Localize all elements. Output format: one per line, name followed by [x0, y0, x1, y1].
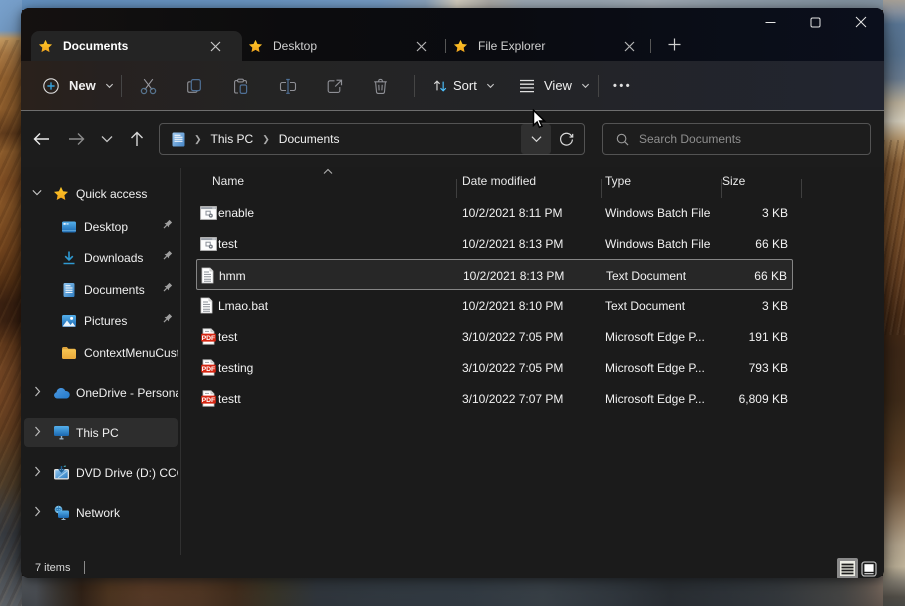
- svg-text:PDF: PDF: [202, 335, 216, 342]
- svg-text:PDF: PDF: [202, 397, 216, 404]
- svg-text:PDF: PDF: [202, 366, 216, 373]
